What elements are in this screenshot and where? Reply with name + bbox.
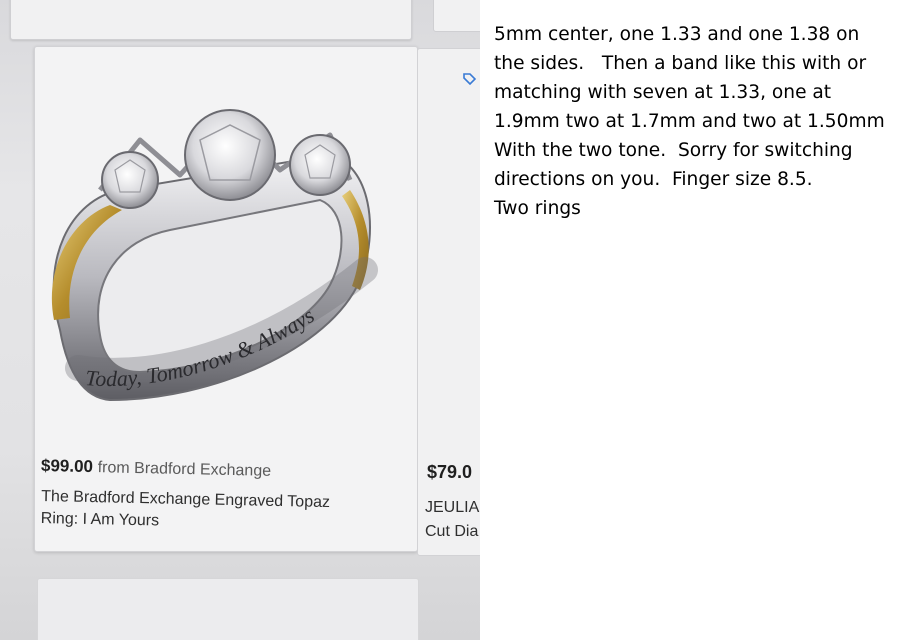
product-2-price: $79.0	[427, 462, 473, 482]
note-line: Two rings	[494, 198, 581, 219]
note-line: matching with seven at 1.33, one at	[494, 82, 832, 103]
product-seller[interactable]: from Bradford Exchange	[98, 459, 272, 480]
product-2-title-line2: Cut Dia	[425, 523, 479, 540]
product-price: $99.00	[40, 456, 94, 477]
screen-photo: Today, Tomorrow & Always $99.00 from Bra…	[0, 0, 480, 640]
notes-panel: 5mm center, one 1.33 and one 1.38 on the…	[480, 0, 918, 640]
ring-image[interactable]: Today, Tomorrow & Always	[30, 80, 390, 420]
note-line: 1.9mm two at 1.7mm and two at 1.50mm	[494, 111, 885, 132]
note-line: the sides. Then a band like this with or	[494, 53, 867, 74]
product-card-above[interactable]	[10, 0, 412, 40]
note-line: 5mm center, one 1.33 and one 1.38 on	[494, 24, 860, 45]
product-title[interactable]: The Bradford Exchange Engraved Topaz Rin…	[41, 486, 382, 537]
tag-icon[interactable]	[462, 72, 476, 86]
product-2-title-line1: JEULIA	[425, 499, 480, 516]
note-line: With the two tone. Sorry for switching	[494, 140, 853, 161]
product-2-title[interactable]: JEULIA Cut Dia	[425, 496, 480, 544]
product-card-below[interactable]	[37, 578, 419, 640]
note-line: directions on you. Finger size 8.5.	[494, 169, 813, 190]
product-card-above-right[interactable]	[433, 0, 480, 32]
